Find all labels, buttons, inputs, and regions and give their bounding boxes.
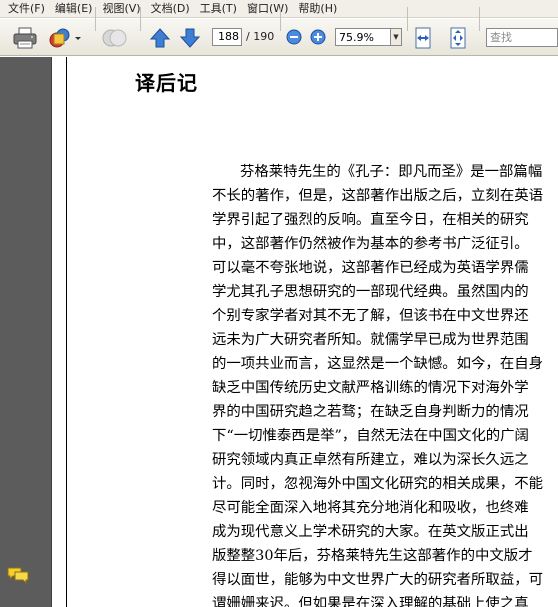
toolbar-separator [140, 7, 141, 31]
text-line: 界的中国研究趋之若骛；在缺乏自身判断力的情况 [212, 404, 529, 420]
menu-view[interactable]: 视图(V) [97, 1, 145, 17]
chapter-heading: 译后记 [135, 71, 198, 95]
text-line: 谓姗姗来迟。但如果是在深入理解的基础上使之真 [212, 596, 529, 607]
document-body: 芬格莱特先生的《孔子：即凡而圣》是一部篇幅 不长的著作，但是，这部著作出版之后，… [212, 160, 552, 607]
menu-document[interactable]: 文档(D) [146, 1, 195, 17]
text-line: 计。同时，忽视海外中国文化研究的相关成果，不能 [212, 476, 543, 492]
menu-tools[interactable]: 工具(T) [195, 1, 242, 17]
collaborate-button[interactable] [101, 25, 129, 51]
zoom-level-value: 75.9% [339, 30, 374, 44]
zoom-in-button[interactable] [309, 28, 327, 46]
text-line: 学界引起了强烈的反响。直至今日，在相关的研究 [212, 212, 529, 228]
page-number-input[interactable]: 188 [212, 28, 242, 46]
comment-icon [7, 567, 29, 585]
printer-icon [13, 27, 37, 49]
zoom-out-icon [286, 29, 302, 45]
text-line: 学尤其孔子思想研究的一部现代经典。虽然国内的 [212, 284, 529, 300]
text-line: 不长的著作，但是，这部著作出版之后，立刻在英语 [212, 188, 543, 204]
fit-page-button[interactable] [447, 26, 469, 50]
fit-width-icon [415, 27, 431, 49]
page-total: / 190 [246, 30, 275, 43]
text-line: 版整整30年后，芬格莱特先生这部著作的中文版才 [212, 548, 533, 564]
text-line: 缺乏中国传统历史文献严格训练的情况下对海外学 [212, 380, 529, 396]
fit-page-icon [450, 27, 466, 49]
print-button[interactable] [12, 25, 38, 51]
menu-edit[interactable]: 编辑(E) [50, 1, 98, 17]
text-line: 成为现代意义上学术研究的大家。在英文版正式出 [212, 524, 529, 540]
text-line: 的一项共业而言，这显然是一个缺憾。如今，在自身 [212, 356, 543, 372]
menu-window[interactable]: 窗口(W) [242, 1, 293, 17]
arrow-down-icon [179, 28, 201, 48]
collaborate-icon [102, 29, 127, 47]
zoom-level-field[interactable]: 75.9% [335, 28, 391, 46]
fit-width-button[interactable] [412, 26, 434, 50]
toolbar-separator [280, 7, 281, 31]
next-page-button[interactable] [178, 26, 202, 50]
menu-help[interactable]: 帮助(H) [293, 1, 342, 17]
comments-button[interactable] [6, 566, 30, 590]
menu-bar: 文件(F) 编辑(E) 视图(V) 文档(D) 工具(T) 窗口(W) 帮助(H… [0, 0, 558, 18]
chevron-down-icon: ▼ [393, 33, 399, 41]
text-line: 中，这部著作仍然被作为基本的参考书广泛征引。 [212, 236, 529, 252]
zoom-in-icon [310, 29, 326, 45]
share-button[interactable] [48, 25, 82, 51]
text-line: 个别专家学者对其不无了解，但该书在中文世界还 [212, 308, 529, 324]
share-icon [49, 28, 81, 48]
search-input[interactable]: 查找 [486, 28, 558, 47]
navigation-panel [0, 57, 52, 607]
menu-file[interactable]: 文件(F) [3, 1, 50, 17]
text-line: 得以面世，能够为中文世界广大的研究者所取益，可 [212, 572, 543, 588]
text-line: 尽可能全面深入地将其充分地消化和吸收，也终难 [212, 500, 529, 516]
toolbar [0, 19, 558, 56]
zoom-out-button[interactable] [285, 28, 303, 46]
toolbar-separator [95, 7, 96, 31]
page-border [66, 57, 67, 607]
text-line: 远未为广大研究者所知。就儒学早已成为世界范围 [212, 332, 529, 348]
zoom-dropdown-button[interactable]: ▼ [391, 28, 402, 46]
toolbar-separator [479, 7, 480, 31]
text-line: 芬格莱特先生的《孔子：即凡而圣》是一部篇幅 [240, 164, 543, 180]
text-line: 研究领域内真正卓然有所建立，难以为深长久远之 [212, 452, 529, 468]
previous-page-button[interactable] [148, 26, 172, 50]
text-line: 可以毫不夸张地说，这部著作已经成为英语学界儒 [212, 260, 529, 276]
text-line: 下“一切惟泰西是举”，自然无法在中国文化的广阔 [212, 428, 529, 444]
toolbar-separator [407, 7, 408, 31]
arrow-up-icon [149, 28, 171, 48]
